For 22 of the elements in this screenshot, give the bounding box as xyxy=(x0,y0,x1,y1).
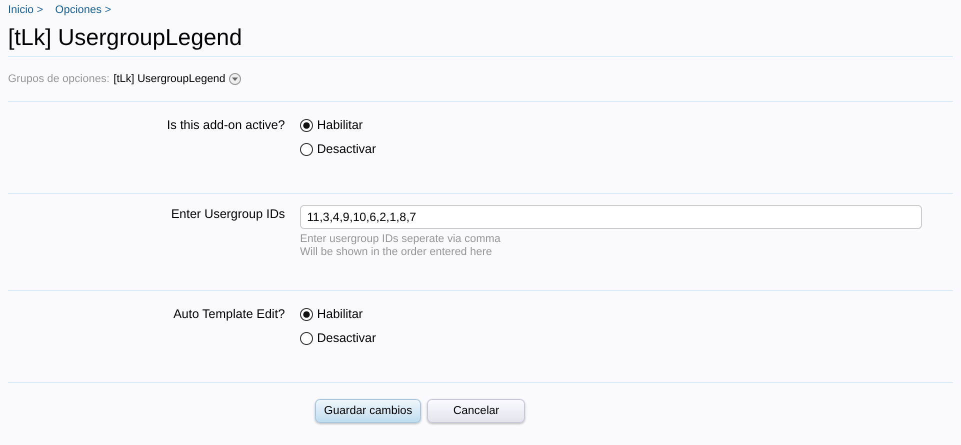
option-group-label: Grupos de opciones: xyxy=(8,73,110,85)
option-label: Auto Template Edit? xyxy=(172,306,286,323)
input-field[interactable]: 11,3,4,9,10,6,2,1,8,7 xyxy=(300,205,922,229)
option-label: Enter Usergroup IDs xyxy=(170,206,286,223)
breadcrumb-link[interactable]: Opciones > xyxy=(55,4,112,18)
hint-text: Will be shown in the order entered here xyxy=(300,246,493,259)
radio-button[interactable] xyxy=(300,142,313,156)
page-title: [tLk] UsergroupLegend xyxy=(8,23,953,57)
breadcrumb-link[interactable]: Inicio > xyxy=(8,4,44,18)
save-button[interactable]: Guardar cambios xyxy=(315,399,422,423)
radio-button[interactable] xyxy=(300,118,313,132)
radio-option[interactable]: Habilitar xyxy=(300,305,953,323)
cancel-button[interactable]: Cancelar xyxy=(427,399,526,423)
hint-text: Enter usergroup IDs seperate via comma xyxy=(300,233,502,246)
radio-button[interactable] xyxy=(300,308,313,320)
radio-option[interactable]: Desactivar xyxy=(300,329,953,347)
radio-option[interactable]: Desactivar xyxy=(300,140,953,158)
radio-option[interactable]: Habilitar xyxy=(300,116,953,134)
option-group-value: [tLk] UsergroupLegend xyxy=(114,73,226,85)
dropdown-icon[interactable] xyxy=(229,73,242,85)
radio-button[interactable] xyxy=(300,332,313,344)
option-label: Is this add-on active? xyxy=(166,117,286,134)
